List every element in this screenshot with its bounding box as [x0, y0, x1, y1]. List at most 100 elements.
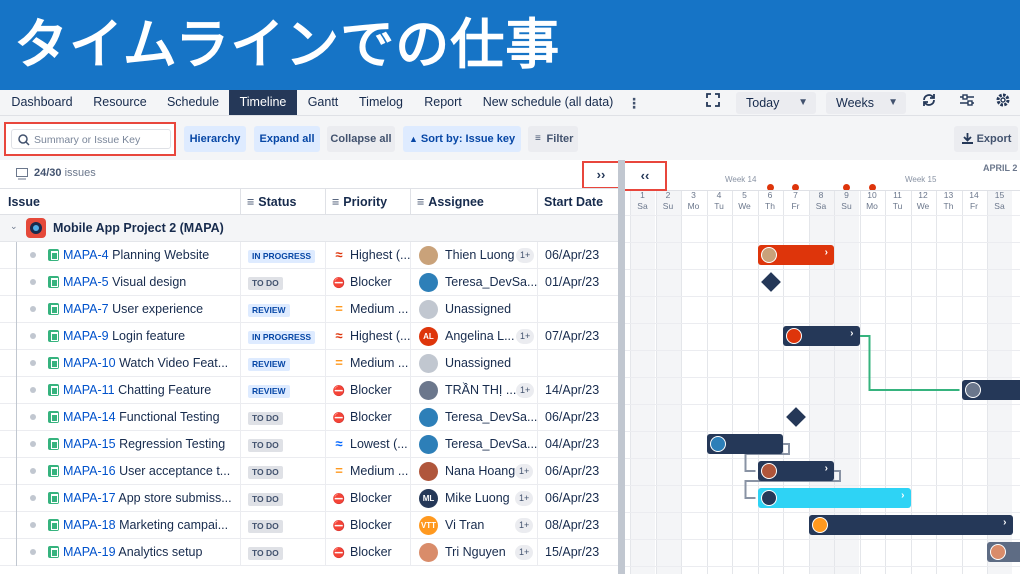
- hierarchy-button[interactable]: Hierarchy: [184, 126, 246, 152]
- issue-cell[interactable]: MAPA-10 Watch Video Feat...: [63, 350, 240, 376]
- assignee-cell[interactable]: Teresa_DevSa...: [410, 404, 537, 430]
- assignee-cell[interactable]: Unassigned: [410, 350, 537, 376]
- priority-cell[interactable]: ⛔ Blocker: [325, 485, 410, 511]
- column-issue[interactable]: Issue: [0, 189, 240, 215]
- issue-cell[interactable]: MAPA-4 Planning Website: [63, 242, 240, 268]
- status-cell[interactable]: TO DO: [240, 485, 325, 511]
- assignee-cell[interactable]: Tri Nguyen 1+: [410, 539, 537, 565]
- issue-cell[interactable]: MAPA-16 User acceptance t...: [63, 458, 240, 484]
- priority-cell[interactable]: ⛔ Blocker: [325, 539, 410, 565]
- tab-resource[interactable]: Resource: [86, 90, 154, 115]
- gear-icon[interactable]: [990, 92, 1016, 114]
- issue-cell[interactable]: MAPA-14 Functional Testing: [63, 404, 240, 430]
- assignee-cell[interactable]: VTT Vi Tran 1+: [410, 512, 537, 538]
- status-cell[interactable]: TO DO: [240, 512, 325, 538]
- panel-splitter[interactable]: [618, 160, 625, 574]
- start-date-cell[interactable]: [537, 296, 618, 322]
- assignee-cell[interactable]: Teresa_DevSa...: [410, 269, 537, 295]
- tab-dashboard[interactable]: Dashboard: [4, 90, 80, 115]
- timeline-bar[interactable]: ›: [808, 515, 1013, 535]
- priority-cell[interactable]: = Medium ...: [325, 458, 410, 484]
- table-row[interactable]: MAPA-17 App store submiss... TO DO ⛔ Blocke…: [0, 485, 618, 512]
- filter-button[interactable]: ≡ Filter: [528, 126, 578, 152]
- issue-cell[interactable]: MAPA-9 Login feature: [63, 323, 240, 349]
- timeline-bar[interactable]: ›: [757, 461, 834, 481]
- table-row[interactable]: MAPA-15 Regression Testing TO DO ≈ Lowest (…: [0, 431, 618, 458]
- start-date-cell[interactable]: [537, 350, 618, 376]
- issue-cell[interactable]: MAPA-17 App store submiss...: [63, 485, 240, 511]
- start-date-cell[interactable]: 01/Apr/23: [537, 269, 618, 295]
- priority-cell[interactable]: = Medium ...: [325, 350, 410, 376]
- issue-key[interactable]: MAPA-4: [63, 248, 109, 262]
- assignee-cell[interactable]: Unassigned: [410, 296, 537, 322]
- table-row[interactable]: MAPA-7 User experience REVIEW = Medium ... U…: [0, 296, 618, 323]
- status-cell[interactable]: TO DO: [240, 404, 325, 430]
- table-row[interactable]: MAPA-14 Functional Testing TO DO ⛔ Blocker T…: [0, 404, 618, 431]
- tab-timelog[interactable]: Timelog: [352, 90, 410, 115]
- status-cell[interactable]: TO DO: [240, 431, 325, 457]
- assignee-cell[interactable]: ML Mike Luong 1+: [410, 485, 537, 511]
- priority-cell[interactable]: ≈ Highest (...: [325, 323, 410, 349]
- more-assignees-badge[interactable]: 1+: [516, 383, 535, 398]
- timeline-bar[interactable]: ›: [783, 326, 860, 346]
- table-row[interactable]: MAPA-16 User acceptance t... TO DO = Medium…: [0, 458, 618, 485]
- status-cell[interactable]: REVIEW: [240, 350, 325, 376]
- column-start-date[interactable]: Start Date: [537, 189, 618, 215]
- search-input[interactable]: [34, 133, 164, 147]
- more-assignees-badge[interactable]: 1+: [515, 518, 534, 533]
- issue-cell[interactable]: MAPA-7 User experience: [63, 296, 240, 322]
- issue-key[interactable]: MAPA-9: [63, 329, 109, 343]
- issue-key[interactable]: MAPA-18: [63, 518, 116, 532]
- tab-gantt[interactable]: Gantt: [300, 90, 346, 115]
- issue-cell[interactable]: MAPA-19 Analytics setup: [63, 539, 240, 565]
- table-row[interactable]: MAPA-5 Visual design TO DO ⛔ Blocker Teresa_…: [0, 269, 618, 296]
- status-cell[interactable]: IN PROGRESS: [240, 242, 325, 268]
- assignee-cell[interactable]: Thien Luong 1+: [410, 242, 537, 268]
- timeline-bar[interactable]: ›: [757, 488, 911, 508]
- status-cell[interactable]: TO DO: [240, 269, 325, 295]
- chevron-down-icon[interactable]: ⌄: [10, 221, 18, 232]
- start-date-cell[interactable]: 06/Apr/23: [537, 242, 618, 268]
- issue-key[interactable]: MAPA-16: [63, 464, 116, 478]
- tab-schedule[interactable]: Schedule: [160, 90, 226, 115]
- settings-sliders-icon[interactable]: [954, 92, 980, 114]
- fullscreen-icon[interactable]: [700, 92, 726, 114]
- issue-key[interactable]: MAPA-19: [63, 545, 116, 559]
- refresh-icon[interactable]: [916, 92, 942, 114]
- weeks-dropdown[interactable]: Weeks ▼: [826, 92, 906, 114]
- table-row[interactable]: MAPA-18 Marketing campai... TO DO ⛔ Blocker…: [0, 512, 618, 539]
- more-assignees-badge[interactable]: 1+: [516, 248, 535, 263]
- issue-cell[interactable]: MAPA-11 Chatting Feature: [63, 377, 240, 403]
- start-date-cell[interactable]: 14/Apr/23: [537, 377, 618, 403]
- start-date-cell[interactable]: 06/Apr/23: [537, 404, 618, 430]
- timeline-bar[interactable]: [987, 542, 1020, 562]
- issue-key[interactable]: MAPA-14: [63, 410, 116, 424]
- expand-all-button[interactable]: Expand all: [254, 126, 320, 152]
- status-cell[interactable]: REVIEW: [240, 296, 325, 322]
- sort-button[interactable]: ▲ Sort by: Issue key: [403, 126, 521, 152]
- priority-cell[interactable]: ⛔ Blocker: [325, 512, 410, 538]
- collapse-all-button[interactable]: Collapse all: [327, 126, 395, 152]
- status-cell[interactable]: REVIEW: [240, 377, 325, 403]
- column-priority[interactable]: ≡ Priority: [325, 189, 410, 215]
- status-cell[interactable]: IN PROGRESS: [240, 323, 325, 349]
- table-row[interactable]: MAPA-4 Planning Website IN PROGRESS ≈ Highe…: [0, 242, 618, 269]
- priority-cell[interactable]: ≈ Highest (...: [325, 242, 410, 268]
- column-assignee[interactable]: ≡ Assignee: [410, 189, 537, 215]
- priority-cell[interactable]: ⛔ Blocker: [325, 377, 410, 403]
- start-date-cell[interactable]: 06/Apr/23: [537, 485, 618, 511]
- timeline-bar[interactable]: ›: [757, 245, 834, 265]
- assignee-cell[interactable]: AL Angelina L... 1+: [410, 323, 537, 349]
- priority-cell[interactable]: ⛔ Blocker: [325, 269, 410, 295]
- issue-key[interactable]: MAPA-5: [63, 275, 109, 289]
- today-dropdown[interactable]: Today ▼: [736, 92, 816, 114]
- tab-new-schedule[interactable]: New schedule (all data): [476, 90, 620, 115]
- start-date-cell[interactable]: 15/Apr/23: [537, 539, 618, 565]
- start-date-cell[interactable]: 04/Apr/23: [537, 431, 618, 457]
- timeline-bar[interactable]: [706, 434, 783, 454]
- start-date-cell[interactable]: 06/Apr/23: [537, 458, 618, 484]
- issue-cell[interactable]: MAPA-18 Marketing campai...: [63, 512, 240, 538]
- assignee-cell[interactable]: Nana Hoang 1+: [410, 458, 537, 484]
- collapse-panel-button[interactable]: ››: [582, 161, 618, 189]
- issue-key[interactable]: MAPA-10: [63, 356, 116, 370]
